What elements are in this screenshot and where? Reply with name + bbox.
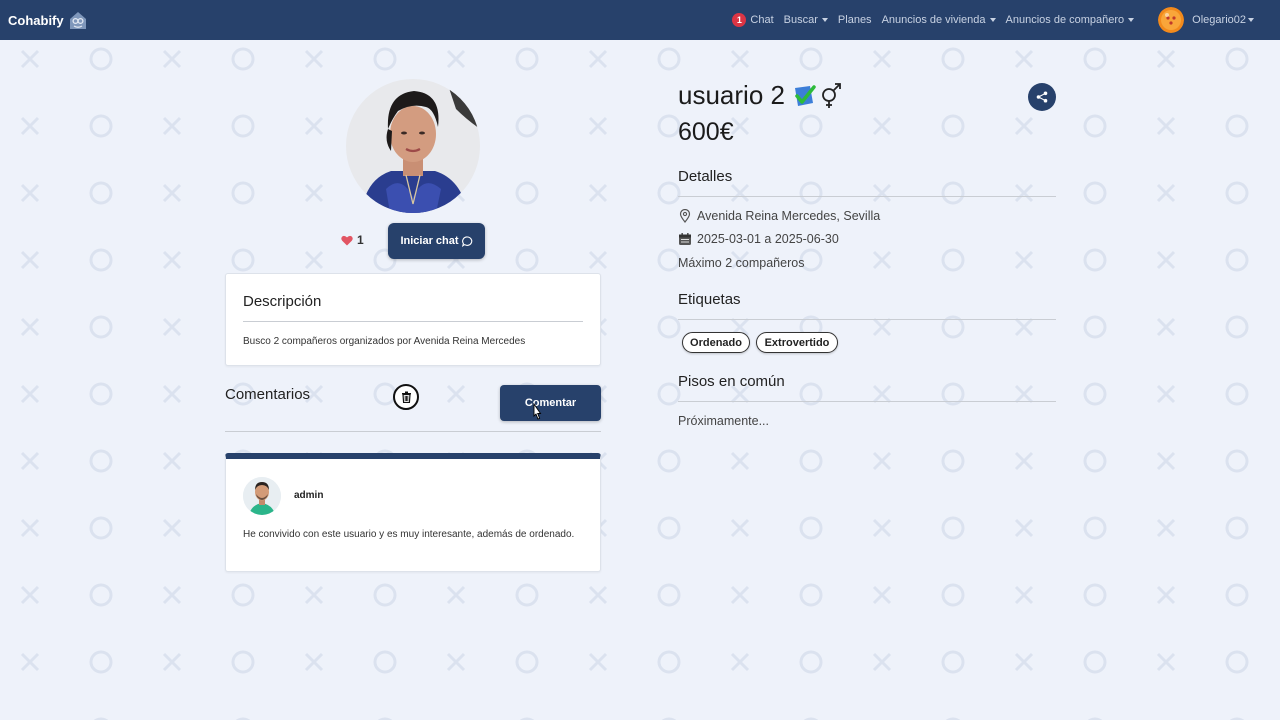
trash-icon <box>401 391 411 403</box>
user-avatar <box>1158 7 1185 33</box>
divider <box>678 319 1056 320</box>
nav-search-dropdown[interactable]: Buscar <box>784 14 828 26</box>
share-button[interactable] <box>1028 83 1056 111</box>
delete-comment-button[interactable] <box>393 384 419 410</box>
comments-title: Comentarios <box>225 386 311 403</box>
nav-mates-dropdown[interactable]: Anuncios de compañero <box>1006 14 1135 26</box>
divider <box>678 401 1056 402</box>
detail-dates-text: 2025-03-01 a 2025-06-30 <box>697 232 839 246</box>
detail-max-mates: Máximo 2 compañeros <box>678 256 804 270</box>
likes-count: 1 <box>357 233 364 247</box>
profile-name-row: usuario 2 <box>678 80 842 111</box>
tag: Ordenado <box>682 332 750 353</box>
caret-icon <box>989 18 996 22</box>
likes-counter[interactable]: 1 <box>341 233 364 247</box>
tag: Extrovertido <box>756 332 838 353</box>
detail-max-mates-text: Máximo 2 compañeros <box>678 256 805 270</box>
heart-icon <box>341 235 353 245</box>
chat-bubble-icon <box>461 235 472 247</box>
divider <box>225 431 601 432</box>
nav-plans-label: Planes <box>837 14 872 26</box>
comment-button[interactable]: Comentar <box>500 385 601 421</box>
nav-plans[interactable]: Planes <box>838 14 872 26</box>
shared-flats-title: Pisos en común <box>678 373 785 390</box>
nav-search-label: Buscar <box>783 14 818 26</box>
detail-dates: 2025-03-01 a 2025-06-30 <box>678 232 839 246</box>
comment-author[interactable]: admin <box>294 490 323 501</box>
nav-housing-dropdown[interactable]: Anuncios de vivienda <box>882 14 996 26</box>
detail-address: Avenida Reina Mercedes, Sevilla <box>678 209 880 223</box>
nav-chat-label: Chat <box>750 14 774 26</box>
caret-icon <box>821 18 828 22</box>
description-title: Descripción <box>243 293 322 310</box>
divider <box>678 196 1056 197</box>
chat-count-badge: 1 <box>732 13 747 27</box>
shared-flats-text: Próximamente... <box>678 414 770 428</box>
verified-icon <box>794 84 816 106</box>
nav-mates-label: Anuncios de compañero <box>1005 14 1125 26</box>
description-card: Descripción Busco 2 compañeros organizad… <box>225 273 601 366</box>
gender-icon <box>822 82 841 108</box>
comment-author-avatar <box>243 477 281 515</box>
user-menu-dropdown[interactable]: Olegario02 <box>1144 7 1254 33</box>
caret-icon <box>1248 18 1254 22</box>
caret-icon <box>1128 18 1135 22</box>
profile-photo <box>346 79 480 213</box>
comment-card: admin He convivido con este usuario y es… <box>225 453 601 572</box>
share-icon <box>1036 91 1048 103</box>
description-text: Busco 2 compañeros organizados por Aveni… <box>243 336 526 347</box>
profile-name: usuario 2 <box>678 80 785 110</box>
brand-link[interactable]: Cohabify <box>8 9 88 31</box>
nav-housing-label: Anuncios de vivienda <box>881 14 986 26</box>
divider <box>243 321 583 322</box>
mouse-cursor <box>533 403 542 420</box>
start-chat-label: Iniciar chat <box>400 235 459 247</box>
calendar-icon <box>679 233 691 245</box>
start-chat-button[interactable]: Iniciar chat <box>388 223 485 259</box>
brand-name: Cohabify <box>8 12 64 28</box>
price: 600€ <box>678 118 734 146</box>
location-pin-icon <box>679 209 691 223</box>
details-title: Detalles <box>678 168 733 185</box>
top-navbar: Cohabify 1 Chat Buscar Planes Anuncios d… <box>0 0 1280 40</box>
nav-chat[interactable]: 1 Chat <box>732 13 774 27</box>
nav-username: Olegario02 <box>1192 14 1246 26</box>
comment-text: He convivido con este usuario y es muy i… <box>243 529 575 540</box>
background-pattern <box>0 40 1280 720</box>
tags-title: Etiquetas <box>678 291 741 308</box>
logo-icon <box>69 12 86 29</box>
detail-address-text: Avenida Reina Mercedes, Sevilla <box>697 209 881 223</box>
